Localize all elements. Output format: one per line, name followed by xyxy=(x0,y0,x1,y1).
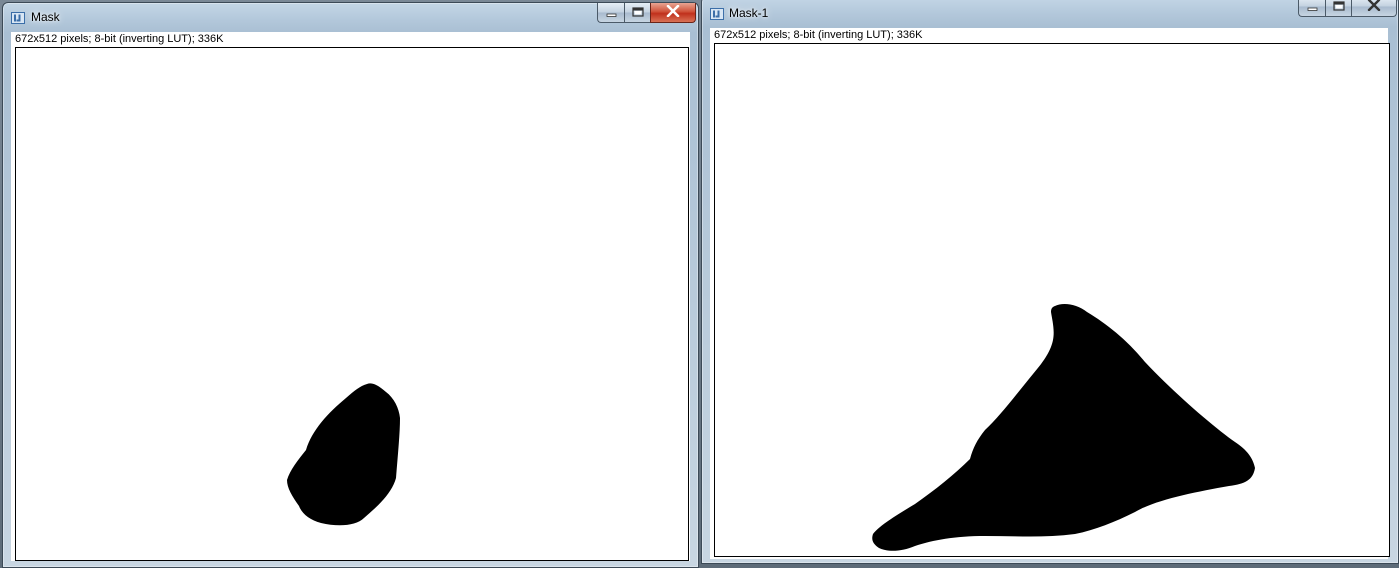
title-bar[interactable]: Mask-1 xyxy=(702,0,1398,25)
minimize-icon xyxy=(606,4,617,22)
caption-buttons xyxy=(1298,0,1397,17)
mask-image xyxy=(715,44,1389,556)
image-canvas[interactable] xyxy=(714,43,1390,557)
close-icon xyxy=(1367,0,1381,16)
image-info-bar: 672x512 pixels; 8-bit (inverting LUT); 3… xyxy=(11,32,690,46)
image-window-mask[interactable]: Mask 672x512 pixels; 8-bit (inverting LU… xyxy=(2,2,699,568)
image-client-area xyxy=(710,42,1390,559)
imagej-icon xyxy=(11,11,25,24)
desktop: Mask 672x512 pixels; 8-bit (inverting LU… xyxy=(0,0,1399,568)
maximize-button[interactable] xyxy=(1325,0,1351,17)
image-client-area xyxy=(11,46,690,561)
caption-buttons xyxy=(597,3,696,23)
image-info-bar: 672x512 pixels; 8-bit (inverting LUT); 3… xyxy=(710,28,1388,42)
close-icon xyxy=(666,4,680,22)
maximize-button[interactable] xyxy=(624,3,650,23)
close-button[interactable] xyxy=(1351,0,1397,17)
image-window-mask-1[interactable]: Mask-1 672x512 pixels; 8-bit (inverting … xyxy=(701,0,1399,564)
minimize-button[interactable] xyxy=(597,3,624,23)
minimize-button[interactable] xyxy=(1298,0,1325,17)
imagej-icon xyxy=(710,7,724,20)
window-title: Mask xyxy=(31,10,60,24)
minimize-icon xyxy=(1307,0,1318,16)
image-canvas[interactable] xyxy=(15,47,689,561)
mask-image xyxy=(16,48,688,560)
window-title: Mask-1 xyxy=(729,6,769,20)
close-button[interactable] xyxy=(650,3,696,23)
maximize-icon xyxy=(1332,0,1345,16)
title-bar[interactable]: Mask xyxy=(3,3,698,31)
maximize-icon xyxy=(631,4,644,22)
